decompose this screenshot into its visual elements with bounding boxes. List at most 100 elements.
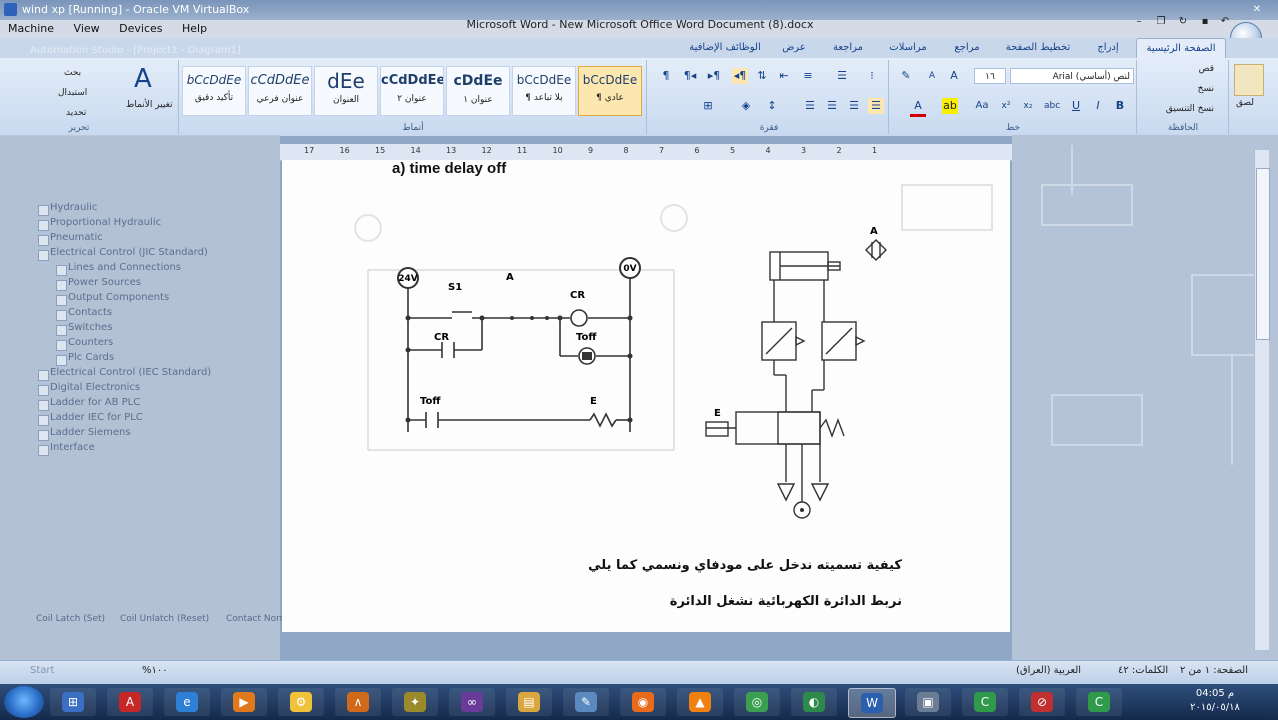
refresh-icon[interactable]: ↻ — [1174, 14, 1192, 30]
strikethrough-icon[interactable]: abc — [1044, 98, 1060, 114]
borders-icon[interactable]: ⊞ — [700, 98, 716, 114]
decrease-indent-icon[interactable]: ⇤ — [776, 68, 792, 84]
shrink-font-icon[interactable]: A — [924, 68, 940, 84]
tree-expander-icon[interactable] — [38, 370, 49, 381]
tree-item[interactable]: Electrical Control (JIC Standard) — [50, 247, 208, 258]
word-count[interactable]: الكلمات: ٤٢ — [1118, 665, 1168, 676]
tree-item[interactable]: Switches — [68, 322, 112, 333]
font-color-icon[interactable]: A — [910, 98, 926, 117]
tree-item[interactable]: Electrical Control (IEC Standard) — [50, 367, 211, 378]
taskbar-automation-studio-button[interactable]: ⚙ — [278, 688, 324, 716]
line-spacing-icon[interactable]: ↕ — [764, 98, 780, 114]
tree-item[interactable]: Digital Electronics — [50, 382, 140, 393]
vbox-menu-help[interactable]: Help — [174, 20, 215, 38]
tree-expander-icon[interactable] — [38, 250, 49, 261]
taskbar-vlc-button[interactable]: ▲ — [677, 688, 723, 716]
taskbar-virtualbox-button[interactable]: ▣ — [905, 688, 951, 716]
vbox-menu-devices[interactable]: Devices — [111, 20, 170, 38]
taskbar-firefox-button[interactable]: ◉ — [620, 688, 666, 716]
page-count[interactable]: الصفحة: ١ من ٢ — [1180, 665, 1248, 676]
tree-item[interactable]: Ladder IEC for PLC — [50, 412, 143, 423]
zoom-level[interactable]: ١٠٠% — [142, 665, 168, 676]
cut-button[interactable]: قص — [1199, 64, 1214, 74]
bullets-icon[interactable]: ⁝ — [864, 68, 880, 84]
tree-expander-icon[interactable] — [56, 265, 67, 276]
tree-expander-icon[interactable] — [38, 235, 49, 246]
taskbar-file-explorer-button[interactable]: ▤ — [506, 688, 552, 716]
tab-insert[interactable]: إدراج — [1088, 38, 1128, 58]
vertical-scrollbar[interactable] — [1254, 150, 1270, 650]
tree-expander-icon[interactable] — [56, 355, 67, 366]
bold-icon[interactable]: B — [1112, 98, 1128, 114]
ltr-icon[interactable]: ▸¶ — [706, 68, 722, 84]
tree-item[interactable]: Power Sources — [68, 277, 141, 288]
tab-view[interactable]: عرض — [772, 38, 816, 58]
language[interactable]: العربية (العراق) — [1016, 665, 1081, 676]
tree-item[interactable]: Hydraulic — [50, 202, 97, 213]
undo-icon[interactable]: ↶ — [1216, 14, 1234, 30]
tab-addins[interactable]: الوظائف الإضافية — [680, 38, 770, 58]
taskbar-word-button[interactable]: W — [848, 688, 896, 718]
align-center-icon[interactable]: ☰ — [824, 98, 840, 114]
replace-button[interactable]: استبدال — [58, 88, 87, 98]
style-no-spacing[interactable]: bCcDdEe ¶ بلا تباعد — [512, 66, 576, 116]
clear-format-icon[interactable]: ✎ — [898, 68, 914, 84]
taskbar-blocked-button[interactable]: ⊘ — [1019, 688, 1065, 716]
taskbar-chrome-button[interactable]: ◎ — [734, 688, 780, 716]
tree-expander-icon[interactable] — [56, 325, 67, 336]
taskbar-internet-explorer-button[interactable]: e — [164, 688, 210, 716]
font-size-select[interactable]: ١٦ — [974, 68, 1006, 84]
taskbar-acrobat-button[interactable]: A — [107, 688, 153, 716]
tab-page-layout[interactable]: تخطيط الصفحة — [998, 38, 1078, 58]
tab-review[interactable]: مراجعة — [820, 38, 876, 58]
tree-expander-icon[interactable] — [38, 220, 49, 231]
start-button[interactable] — [4, 686, 44, 718]
tree-expander-icon[interactable] — [38, 445, 49, 456]
find-button[interactable]: بحث — [64, 68, 81, 78]
shading-icon[interactable]: ◈ — [738, 98, 754, 114]
tree-item[interactable]: Pneumatic — [50, 232, 103, 243]
tree-expander-icon[interactable] — [38, 385, 49, 396]
paste-icon[interactable] — [1234, 64, 1264, 96]
subscript-icon[interactable]: x₂ — [1020, 98, 1036, 114]
select-button[interactable]: تحديد — [66, 108, 86, 118]
style-title[interactable]: dEe العنوان — [314, 66, 378, 116]
tree-item[interactable]: Counters — [68, 337, 113, 348]
scroll-thumb[interactable] — [1256, 168, 1270, 340]
tree-item[interactable]: Contacts — [68, 307, 112, 318]
format-painter-button[interactable]: نسخ التنسيق — [1166, 104, 1214, 114]
underline-icon[interactable]: U — [1068, 98, 1084, 114]
taskbar-cheat-button[interactable]: ✦ — [392, 688, 438, 716]
tree-item[interactable]: Proportional Hydraulic — [50, 217, 161, 228]
multilevel-list-icon[interactable]: ≡ — [800, 68, 816, 84]
numbering-icon[interactable]: ☰ — [834, 68, 850, 84]
sort-icon[interactable]: ⇅ — [754, 68, 770, 84]
taskbar-matlab-button[interactable]: ∧ — [335, 688, 381, 716]
rtl-direction-icon[interactable]: ◂¶ — [732, 68, 748, 84]
vbox-menu-machine[interactable]: Machine — [0, 20, 62, 38]
tree-expander-icon[interactable] — [56, 280, 67, 291]
tree-item[interactable]: Ladder for AB PLC — [50, 397, 140, 408]
taskbar-camtasia-button[interactable]: C — [962, 688, 1008, 716]
superscript-icon[interactable]: x² — [998, 98, 1014, 114]
align-left-icon[interactable]: ☰ — [802, 98, 818, 114]
tree-expander-icon[interactable] — [38, 400, 49, 411]
italic-icon[interactable]: I — [1090, 98, 1106, 114]
paste-label[interactable]: لصق — [1236, 98, 1254, 108]
tab-references[interactable]: مراجع — [944, 38, 990, 58]
tree-expander-icon[interactable] — [38, 205, 49, 216]
tree-item[interactable]: Plc Cards — [68, 352, 114, 363]
change-styles-label[interactable]: تغيير الأنماط — [126, 100, 173, 110]
taskbar-visual-studio-button[interactable]: ∞ — [449, 688, 495, 716]
document-page[interactable]: a) time delay off 24V 0V S1 A CR CR Toff… — [282, 160, 1010, 632]
style-heading-1[interactable]: cDdEe عنوان ١ — [446, 66, 510, 116]
style-subtle-emphasis[interactable]: bCcDdEe تأكيد دقيق — [182, 66, 246, 116]
taskbar-network-button[interactable]: ◐ — [791, 688, 837, 716]
taskbar-windows-explorer-button[interactable]: ⊞ — [50, 688, 96, 716]
tree-expander-icon[interactable] — [38, 430, 49, 441]
align-right-icon[interactable]: ☰ — [846, 98, 862, 114]
tree-expander-icon[interactable] — [56, 310, 67, 321]
taskbar-media-player-button[interactable]: ▶ — [221, 688, 267, 716]
tree-item[interactable]: Ladder Siemens — [50, 427, 131, 438]
tab-home[interactable]: الصفحة الرئيسية — [1136, 38, 1226, 59]
